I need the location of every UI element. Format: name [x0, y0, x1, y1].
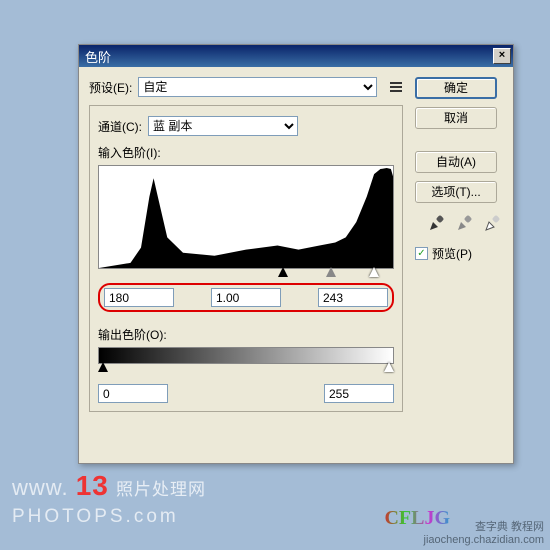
output-highlight-field[interactable]: 255 [324, 384, 394, 403]
shadow-slider[interactable] [278, 267, 288, 277]
dialog-content: 预设(E): 自定 通道(C): 蓝 副本 输入色阶(I): [79, 67, 513, 422]
ok-button[interactable]: 确定 [415, 77, 497, 99]
channel-row: 通道(C): 蓝 副本 [98, 116, 394, 136]
wm-domain: PHOTOPS.com [12, 506, 179, 527]
input-mid-field[interactable]: 1.00 [211, 288, 281, 307]
histogram [98, 165, 394, 269]
preset-menu-icon[interactable] [389, 80, 403, 94]
preset-label: 预设(E): [89, 79, 132, 96]
output-values-row: 0 255 [98, 384, 394, 403]
input-shadow-field[interactable]: 180 [104, 288, 174, 307]
output-slider[interactable] [100, 364, 392, 376]
output-shadow-field[interactable]: 0 [98, 384, 168, 403]
channel-label: 通道(C): [98, 118, 142, 135]
preset-select[interactable]: 自定 [138, 77, 377, 97]
preset-row: 预设(E): 自定 [89, 77, 403, 97]
options-button[interactable]: 选项(T)... [415, 181, 497, 203]
channel-select[interactable]: 蓝 副本 [148, 116, 298, 136]
auto-button[interactable]: 自动(A) [415, 151, 497, 173]
gray-eyedropper-icon[interactable] [455, 213, 475, 233]
preview-label: 预览(P) [432, 245, 472, 262]
preview-row: ✓ 预览(P) [415, 245, 503, 262]
white-eyedropper-icon[interactable] [483, 213, 503, 233]
output-levels-label: 输出色阶(O): [98, 326, 394, 343]
output-gradient [98, 347, 394, 364]
footer-line1: 查字典 教程网 [424, 518, 544, 534]
preview-checkbox[interactable]: ✓ [415, 247, 428, 260]
highlight-slider[interactable] [369, 267, 379, 277]
right-panel: 确定 取消 自动(A) 选项(T)... ✓ 预览(P) [415, 77, 503, 412]
cancel-button[interactable]: 取消 [415, 107, 497, 129]
wm-num: 13 [76, 470, 109, 501]
wm-www: www. [12, 475, 69, 500]
watermark-left: www. 13 照片处理网 PHOTOPS.com [12, 470, 206, 528]
input-highlight-field[interactable]: 243 [318, 288, 388, 307]
input-levels-label: 输入色阶(I): [98, 146, 161, 160]
input-values-row: 180 1.00 243 [98, 283, 394, 312]
levels-dialog: 色阶 × 预设(E): 自定 通道(C): 蓝 副本 输 [78, 44, 514, 464]
close-button[interactable]: × [493, 48, 511, 64]
left-panel: 预设(E): 自定 通道(C): 蓝 副本 输入色阶(I): [89, 77, 403, 412]
black-eyedropper-icon[interactable] [427, 213, 447, 233]
midtone-slider[interactable] [326, 267, 336, 277]
wm-cn: 照片处理网 [116, 480, 206, 499]
eyedropper-row [415, 213, 503, 233]
dialog-title: 色阶 [85, 47, 493, 66]
out-shadow-slider[interactable] [98, 362, 108, 372]
input-slider[interactable] [100, 269, 392, 281]
out-highlight-slider[interactable] [384, 362, 394, 372]
titlebar[interactable]: 色阶 × [79, 45, 513, 67]
levels-group: 通道(C): 蓝 副本 输入色阶(I): 180 [89, 105, 403, 412]
footer: 查字典 教程网 jiaocheng.chazidian.com [424, 518, 544, 546]
footer-line2: jiaocheng.chazidian.com [424, 534, 544, 546]
